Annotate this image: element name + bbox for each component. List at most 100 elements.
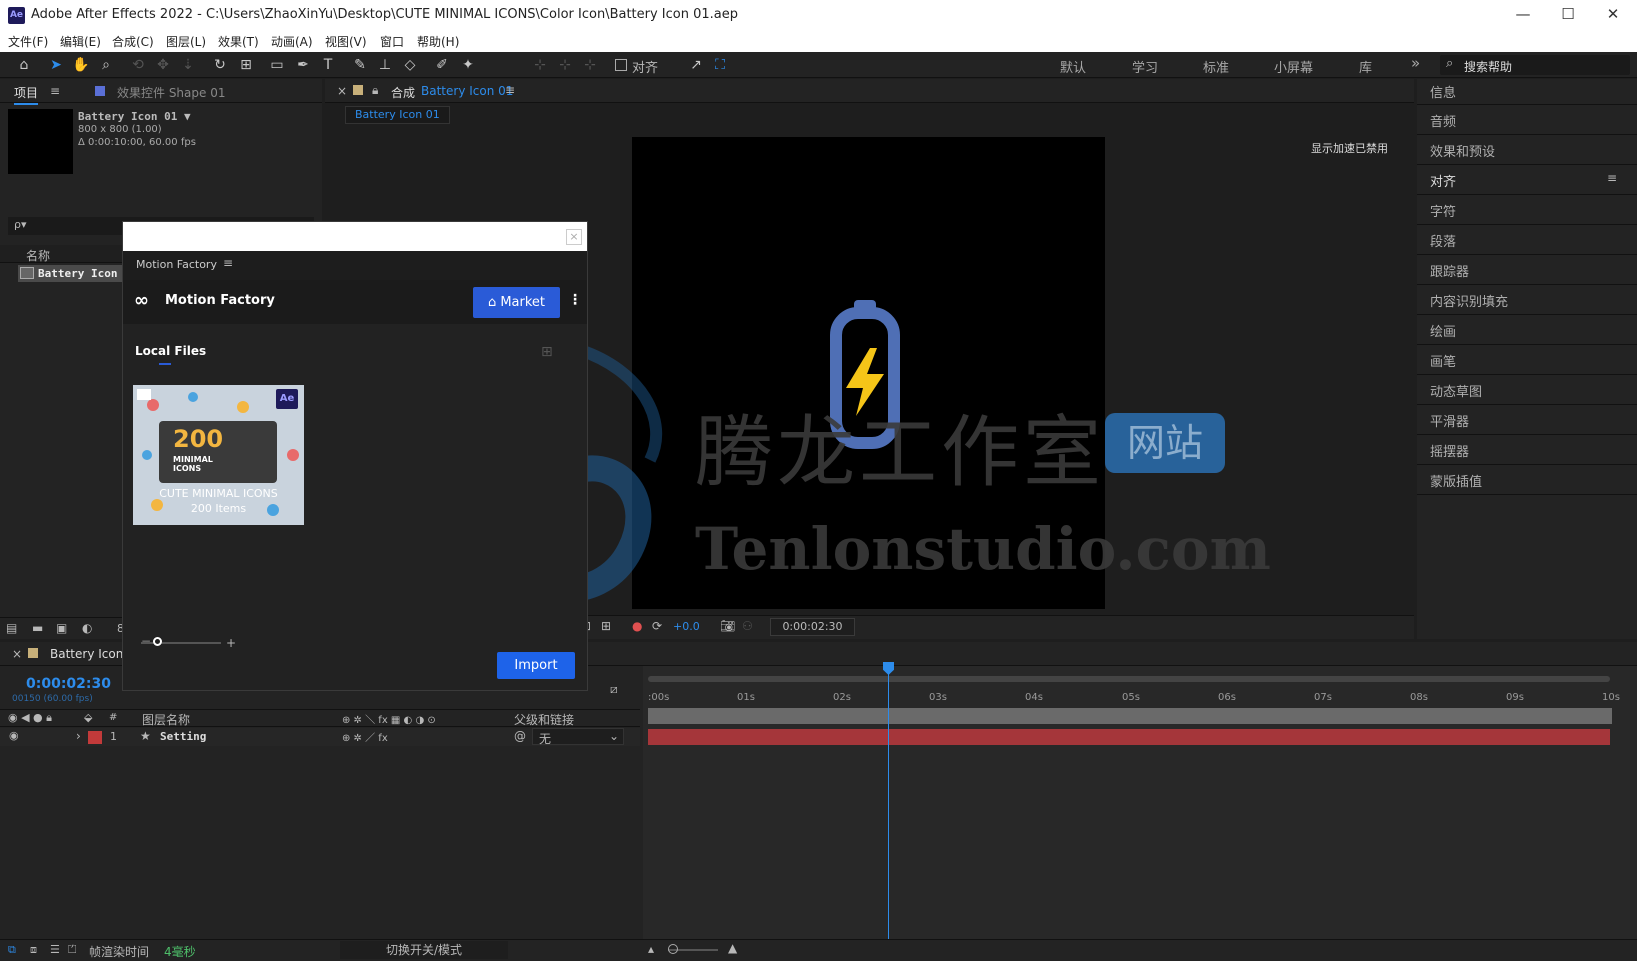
thumbnail-size-slider-thumb[interactable] <box>153 637 162 646</box>
panel-character[interactable]: 字符 <box>1430 201 1456 220</box>
menu-file[interactable]: 文件(F) <box>8 33 48 50</box>
column-layer-name[interactable]: 图层名称 <box>142 711 190 728</box>
close-tab-icon[interactable]: × <box>337 84 347 98</box>
interpret-footage-icon[interactable]: ▤ <box>6 621 17 635</box>
search-help-field[interactable]: ⌕ 搜索帮助 <box>1440 55 1630 75</box>
work-area-range[interactable] <box>648 708 1612 724</box>
panel-smoother[interactable]: 平滑器 <box>1430 411 1469 430</box>
motion-factory-tab[interactable]: Motion Factory <box>136 258 217 271</box>
column-parent-link[interactable]: 父级和链接 <box>514 711 574 728</box>
time-ruler[interactable]: :00s 01s 02s 03s 04s 05s 06s 07s 08s 09s… <box>645 688 1620 706</box>
layer-duration-bar[interactable] <box>648 729 1610 745</box>
workspace-learn[interactable]: 学习 <box>1132 57 1158 76</box>
motion-factory-titlebar[interactable] <box>123 222 587 251</box>
timeline-timecode[interactable]: 0:00:02:30 <box>26 676 111 692</box>
layer-switches-toggle-icon[interactable]: ⧉ <box>8 943 16 957</box>
pickwhip-icon[interactable]: @ <box>514 729 526 743</box>
menu-edit[interactable]: 编辑(E) <box>60 33 101 50</box>
panel-align[interactable]: 对齐 <box>1430 171 1456 190</box>
market-button[interactable]: ⌂ Market <box>473 287 560 318</box>
zoom-slider-thumb[interactable] <box>668 944 678 954</box>
workspace-libraries[interactable]: 库 <box>1359 57 1372 76</box>
color-manage-icon[interactable]: ⟳ <box>652 619 662 633</box>
anchor-tool-icon[interactable]: ⊞ <box>236 55 256 75</box>
close-timeline-tab-icon[interactable]: × <box>12 647 22 661</box>
panel-paint[interactable]: 绘画 <box>1430 321 1456 340</box>
panel-tracker[interactable]: 跟踪器 <box>1430 261 1469 280</box>
comp-name[interactable]: Battery Icon 01 ▼ <box>78 110 191 123</box>
world-axis-icon[interactable]: ⊹ <box>555 55 575 75</box>
comp-breadcrumb[interactable]: Battery Icon 01 <box>345 106 450 124</box>
in-out-toggle-icon[interactable]: ☰ <box>50 943 60 956</box>
snap-edge-icon[interactable]: ↗ <box>686 55 706 75</box>
menu-window[interactable]: 窗口 <box>380 33 404 50</box>
exposure-value[interactable]: +0.0 <box>673 620 700 633</box>
align-panel-menu-icon[interactable]: ≡ <box>1607 171 1617 185</box>
pan-tool-icon[interactable]: ✥ <box>153 55 173 75</box>
work-area-bar[interactable] <box>648 676 1610 682</box>
zoom-out-icon[interactable]: ▴ <box>648 942 654 956</box>
layer-switches[interactable]: ⊕ ✲ ／ fx <box>342 729 388 744</box>
type-tool-icon[interactable]: T <box>318 55 338 75</box>
zoom-tool-icon[interactable]: ⌕ <box>96 55 116 75</box>
layer-name[interactable]: Setting <box>160 730 206 743</box>
expand-layer-icon[interactable]: › <box>76 729 81 743</box>
hand-tool-icon[interactable]: ✋ <box>71 55 91 75</box>
snap-checkbox[interactable] <box>615 59 627 71</box>
lock-icon[interactable]: 🔒︎ <box>372 83 378 98</box>
menu-composition[interactable]: 合成(C) <box>112 33 154 50</box>
parent-dropdown[interactable]: 无 ⌄ <box>532 728 624 746</box>
more-options-icon[interactable]: ⋮ <box>568 292 582 308</box>
workspace-standard[interactable]: 标准 <box>1203 57 1229 76</box>
new-composition-icon[interactable]: ▣ <box>56 621 67 635</box>
viewer-timecode[interactable]: 0:00:02:30 <box>770 618 855 636</box>
minimize-button[interactable]: — <box>1510 5 1536 25</box>
layer-row[interactable]: ◉ › 1 ★ Setting ⊕ ✲ ／ fx @ 无 ⌄ <box>0 728 640 746</box>
zoom-plus-icon[interactable]: + <box>226 636 236 650</box>
zoom-minus-icon[interactable]: − <box>141 634 151 648</box>
dolly-tool-icon[interactable]: ⇣ <box>178 55 198 75</box>
comp-panel-menu-icon[interactable]: ≡ <box>505 83 515 97</box>
workspace-small-screen[interactable]: 小屏幕 <box>1274 57 1313 76</box>
icon-pack-card[interactable]: Ae 200 MINIMAL ICONS CUTE MINIMAL ICONS … <box>133 385 304 525</box>
puppet-tool-icon[interactable]: ✦ <box>458 55 478 75</box>
panel-content-aware-fill[interactable]: 内容识别填充 <box>1430 291 1508 310</box>
comp-tab-name[interactable]: Battery Icon 01 <box>421 84 513 98</box>
av-switches-icon[interactable]: ◉ ◀ ● 🔒︎ <box>8 711 52 725</box>
brush-tool-icon[interactable]: ✎ <box>350 55 370 75</box>
render-time-icon[interactable]: ⏍ <box>68 943 76 957</box>
motion-factory-menu-icon[interactable]: ≡ <box>223 256 233 270</box>
layer-label-color[interactable] <box>88 731 102 744</box>
snapshot-icon[interactable]: 📷︎ <box>720 619 735 633</box>
pen-tool-icon[interactable]: ✒ <box>293 55 313 75</box>
local-axis-icon[interactable]: ⊹ <box>530 55 550 75</box>
show-snapshot-icon[interactable]: ⚇ <box>742 619 753 633</box>
graph-editor-icon[interactable]: ⧄ <box>610 682 618 697</box>
workspace-overflow-icon[interactable]: » <box>1411 54 1420 72</box>
home-icon[interactable]: ⌂ <box>14 55 34 75</box>
view-axis-icon[interactable]: ⊹ <box>580 55 600 75</box>
maximize-button[interactable]: ☐ <box>1555 5 1581 25</box>
transfer-controls-icon[interactable]: ⧈ <box>30 943 37 957</box>
menu-view[interactable]: 视图(V) <box>325 33 367 50</box>
label-column-icon[interactable]: ⬙ <box>84 711 92 724</box>
column-name[interactable]: 名称 <box>26 247 50 264</box>
local-files-tab[interactable]: Local Files <box>135 344 206 358</box>
panel-effects-presets[interactable]: 效果和预设 <box>1430 141 1495 160</box>
region-icon[interactable]: ⊞ <box>601 619 611 633</box>
motion-factory-close-button[interactable]: × <box>566 229 582 245</box>
orbit-tool-icon[interactable]: ⟲ <box>128 55 148 75</box>
panel-menu-icon[interactable]: ≡ <box>50 84 60 98</box>
roto-brush-tool-icon[interactable]: ✐ <box>432 55 452 75</box>
current-time-indicator[interactable] <box>888 666 889 939</box>
rotate-tool-icon[interactable]: ↻ <box>210 55 230 75</box>
workspace-default[interactable]: 默认 <box>1060 57 1086 76</box>
menu-help[interactable]: 帮助(H) <box>417 33 459 50</box>
eraser-tool-icon[interactable]: ◇ <box>400 55 420 75</box>
clone-stamp-tool-icon[interactable]: ⊥ <box>375 55 395 75</box>
tab-project[interactable]: 项目 <box>14 84 39 105</box>
selection-tool-icon[interactable]: ➤ <box>46 55 66 75</box>
panel-info[interactable]: 信息 <box>1430 82 1456 101</box>
visibility-eye-icon[interactable]: ◉ <box>9 729 19 742</box>
menu-layer[interactable]: 图层(L) <box>166 33 206 50</box>
